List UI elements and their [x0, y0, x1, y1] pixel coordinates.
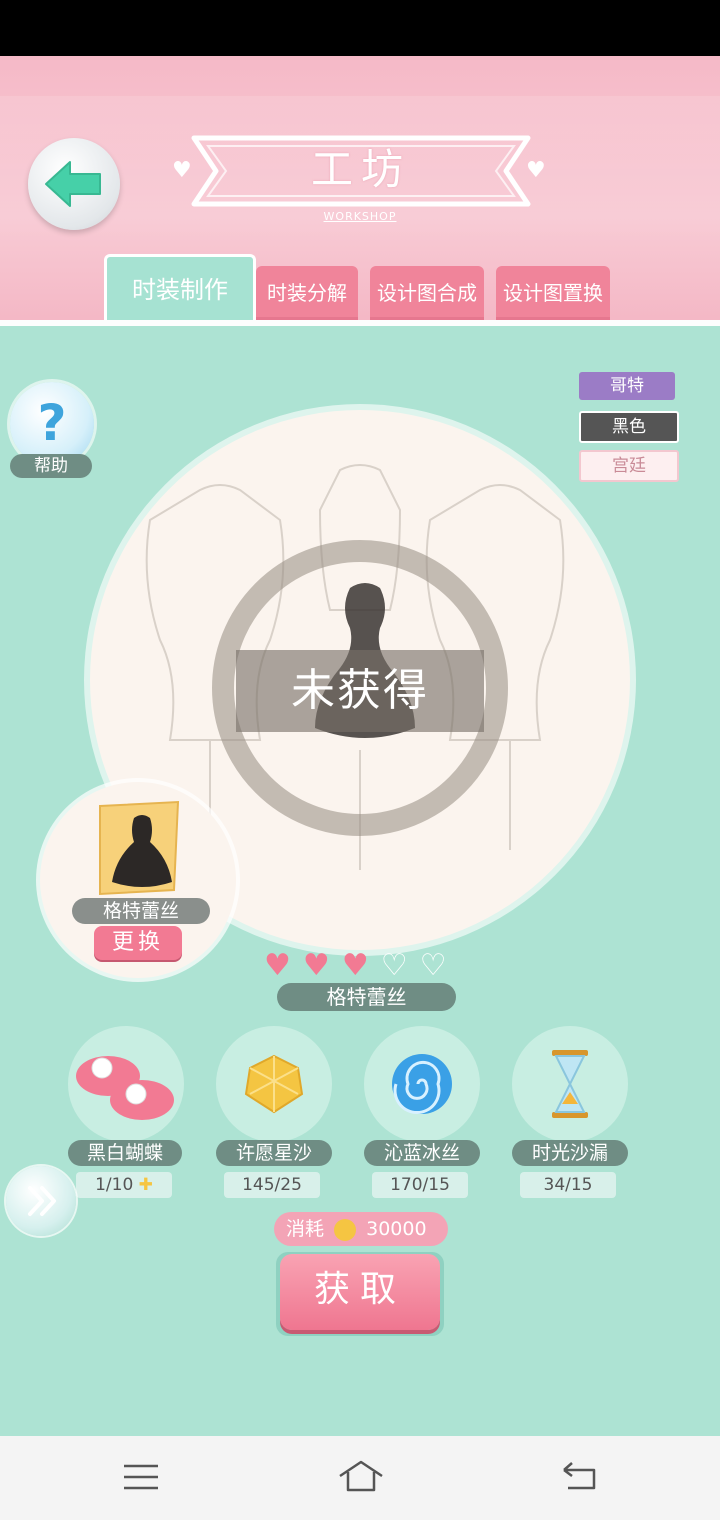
material-icon-circle: [512, 1026, 628, 1142]
help-label: 帮助: [10, 454, 92, 478]
heart-decor-right-icon: ♥: [526, 158, 546, 183]
design-scroll-icon: [99, 800, 180, 896]
cost-text: 消耗: [286, 1218, 325, 1240]
design-name: 格特蕾丝: [72, 898, 210, 924]
svg-text:?: ?: [37, 394, 66, 452]
material-name: 沁蓝冰丝: [364, 1140, 480, 1166]
material-name: 黑白蝴蝶: [68, 1140, 182, 1166]
header-divider: [0, 320, 720, 326]
material-count: 170/15: [372, 1172, 468, 1198]
style-tag-gothic: 哥特: [579, 372, 675, 400]
item-name: 格特蕾丝: [277, 983, 456, 1011]
gold-gem-icon: [244, 1054, 304, 1114]
bow-shoes-icon: [76, 1056, 174, 1120]
material-name: 时光沙漏: [512, 1140, 628, 1166]
back-button[interactable]: [28, 138, 120, 230]
add-icon[interactable]: ✚: [139, 1175, 153, 1195]
material-count-value: 1/10: [95, 1175, 134, 1195]
expand-button[interactable]: [6, 1166, 76, 1236]
cost-label: 消耗 30000: [274, 1212, 448, 1246]
heart-filled-icon: ♥: [302, 948, 330, 983]
menu-icon[interactable]: [120, 1462, 162, 1492]
material-slot[interactable]: [216, 1026, 332, 1142]
get-button[interactable]: 获取: [280, 1254, 440, 1330]
material-icon-circle: [216, 1026, 332, 1142]
material-count: 1/10 ✚: [76, 1172, 172, 1198]
page-subtitle: WORKSHOP: [323, 210, 397, 223]
page-title: 工坊: [310, 145, 411, 194]
status-text: 未获得: [291, 665, 429, 716]
heart-filled-icon: ♥: [264, 948, 291, 983]
tab-design-combine[interactable]: 设计图合成: [370, 266, 484, 320]
tab-fashion-make[interactable]: 时装制作: [104, 254, 256, 325]
material-slot[interactable]: [364, 1026, 480, 1142]
material-count: 145/25: [224, 1172, 320, 1198]
back-nav-icon[interactable]: [558, 1460, 602, 1494]
cost-amount: 30000: [366, 1218, 427, 1240]
heart-filled-icon: ♥: [341, 948, 369, 983]
material-slot[interactable]: [512, 1026, 628, 1142]
tab-design-replace[interactable]: 设计图置换: [496, 266, 610, 320]
coin-icon: [334, 1218, 357, 1241]
material-name: 许愿星沙: [216, 1140, 332, 1166]
status-bar: [0, 0, 720, 56]
hourglass-icon: [552, 1050, 588, 1118]
home-icon[interactable]: [336, 1458, 386, 1494]
heart-empty-icon: ♡: [419, 948, 447, 983]
material-slot[interactable]: [68, 1026, 184, 1142]
double-chevron-right-icon: [28, 1186, 56, 1216]
tab-fashion-decompose[interactable]: 时装分解: [256, 266, 358, 320]
system-nav-bar: [0, 1436, 720, 1520]
heart-decor-left-icon: ♥: [172, 158, 192, 183]
material-icon-circle: [68, 1026, 184, 1142]
material-icon-circle: [364, 1026, 480, 1142]
swap-button[interactable]: 更换: [94, 926, 182, 960]
material-count: 34/15: [520, 1172, 616, 1198]
heart-empty-icon: ♡: [380, 948, 408, 983]
rating: ♥ ♥ ♥ ♡ ♡: [264, 950, 474, 982]
back-arrow-icon: [45, 161, 101, 207]
blue-swirl-icon: [392, 1054, 452, 1115]
